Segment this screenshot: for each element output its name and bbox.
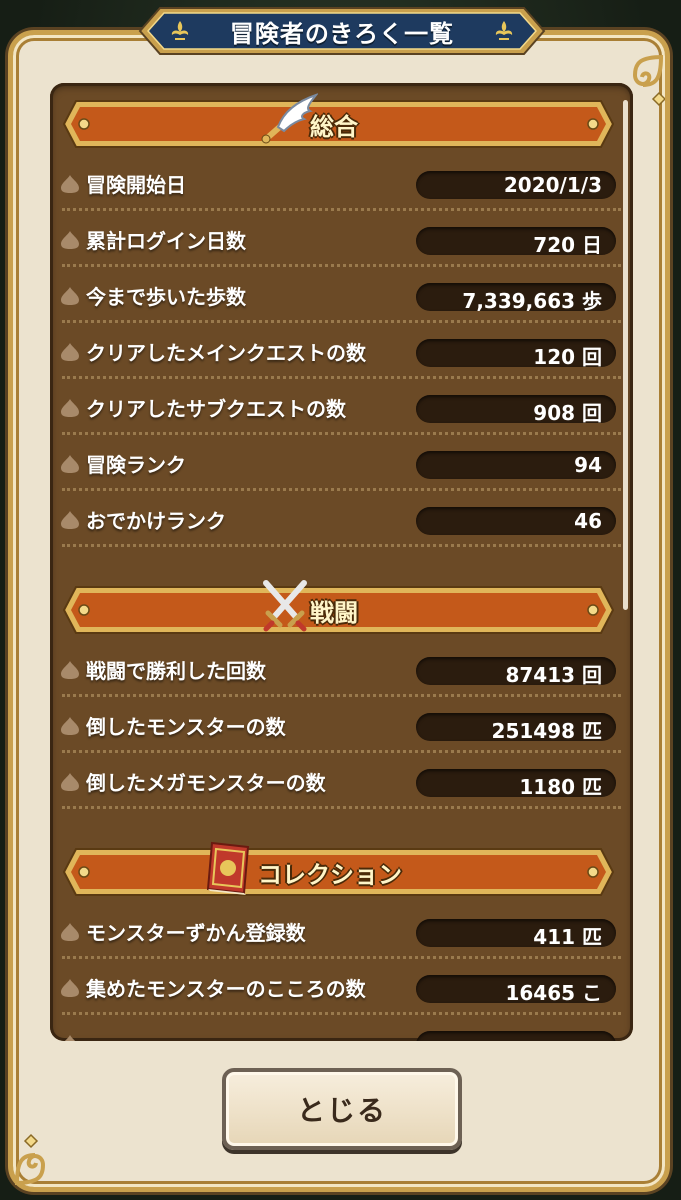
record-row: 今まで歩いた歩数 7,339,663 歩 [50, 267, 633, 323]
slime-bullet-icon [61, 455, 79, 473]
slime-bullet-icon [61, 231, 79, 249]
scrollbar[interactable] [623, 100, 628, 610]
record-label: 今まで歩いた歩数 [86, 285, 246, 309]
fleur-de-lis-icon [171, 21, 189, 40]
record-value: 1180 匹 [519, 775, 602, 799]
record-label: モンスターずかん登録数 [86, 921, 306, 945]
record-value-box: 1180 匹 [416, 769, 616, 799]
record-row: 累計ログイン日数 720 日 [50, 211, 633, 267]
section-title: 戦闘 [310, 599, 358, 627]
book-icon [206, 841, 250, 895]
slime-bullet-icon [64, 1035, 76, 1041]
slime-bullet-icon [61, 343, 79, 361]
dotted-divider [62, 806, 621, 809]
slime-bullet-icon [61, 511, 79, 529]
slime-bullet-icon [61, 399, 79, 417]
record-row: 戦闘で勝利した回数 87413 回 [50, 641, 633, 697]
record-label: 冒険開始日 [86, 173, 186, 197]
close-button[interactable]: とじる [222, 1068, 462, 1150]
record-label: クリアしたサブクエストの数 [86, 397, 346, 421]
slime-bullet-icon [61, 175, 79, 193]
record-value-box: 120 回 [416, 339, 616, 369]
slime-bullet-icon [61, 287, 79, 305]
record-label: 累計ログイン日数 [86, 229, 246, 253]
record-row: 冒険ランク 94 [50, 435, 633, 491]
record-row: クリアしたサブクエストの数 908 回 [50, 379, 633, 435]
record-row: クリアしたメインクエストの数 120 回 [50, 323, 633, 379]
record-label: 倒したモンスターの数 [86, 715, 286, 739]
fleur-de-lis-icon [495, 21, 513, 40]
record-row: 倒したモンスターの数 251498 匹 [50, 697, 633, 753]
slime-bullet-icon [61, 773, 79, 791]
record-value-box: 2020/1/3 [416, 171, 616, 199]
records-list[interactable]: 総合 冒険開始日 2020/1/3 累計ログイン日数 720 日 今まで歩いた歩… [50, 83, 633, 1041]
record-value-box: 908 回 [416, 395, 616, 425]
ornament-corner-bottom-left [14, 1133, 46, 1185]
record-row-partial [50, 1015, 633, 1041]
record-value-box: 87413 回 [416, 657, 616, 687]
record-value-box: 94 [416, 451, 616, 479]
record-value: 94 [574, 453, 602, 477]
record-value: 411 匹 [533, 925, 602, 949]
record-value-box: 46 [416, 507, 616, 535]
record-value: 16465 こ [505, 981, 602, 1005]
section-header-battle: 戦闘 [62, 580, 615, 635]
record-value: 908 回 [533, 401, 602, 425]
section-header-general: 総合 [62, 93, 615, 149]
record-value: 87413 回 [505, 663, 602, 687]
dialog-title-plate: 冒険者のきろく一覧 [138, 6, 546, 56]
record-label: 集めたモンスターのこころの数 [86, 977, 366, 1001]
record-value-box: 7,339,663 歩 [416, 283, 616, 313]
record-value: 120 回 [533, 345, 602, 369]
record-label: 倒したメガモンスターの数 [86, 771, 326, 795]
record-value-box: 720 日 [416, 227, 616, 257]
record-row: 倒したメガモンスターの数 1180 匹 [50, 753, 633, 809]
record-value: 46 [574, 509, 602, 533]
close-button-label: とじる [296, 1094, 387, 1127]
record-row: おでかけランク 46 [50, 491, 633, 547]
slime-bullet-icon [61, 923, 79, 941]
record-value-box: 16465 こ [416, 975, 616, 1005]
slime-bullet-icon [61, 661, 79, 679]
record-value: 7,339,663 歩 [462, 289, 602, 313]
record-label: おでかけランク [86, 509, 226, 533]
dialog-title: 冒険者のきろく一覧 [229, 19, 455, 48]
record-label: 冒険ランク [86, 453, 186, 477]
record-value-box [416, 1031, 616, 1041]
slime-bullet-icon [61, 979, 79, 997]
record-value-box: 251498 匹 [416, 713, 616, 743]
section-title: コレクション [258, 861, 402, 889]
record-value-box: 411 匹 [416, 919, 616, 949]
section-header-collection: コレクション [62, 841, 615, 897]
record-label: 戦闘で勝利した回数 [86, 659, 266, 683]
crossed-swords-icon [263, 580, 307, 632]
record-row: 集めたモンスターのこころの数 16465 こ [50, 959, 633, 1015]
record-row: 冒険開始日 2020/1/3 [50, 155, 633, 211]
dotted-divider [62, 544, 621, 547]
record-label: クリアしたメインクエストの数 [86, 341, 366, 365]
record-value: 2020/1/3 [503, 173, 602, 197]
wing-icon [261, 93, 318, 144]
record-value: 251498 匹 [491, 719, 602, 743]
record-value: 720 日 [533, 233, 602, 257]
record-row: モンスターずかん登録数 411 匹 [50, 903, 633, 959]
slime-bullet-icon [61, 717, 79, 735]
section-title: 総合 [310, 113, 358, 141]
